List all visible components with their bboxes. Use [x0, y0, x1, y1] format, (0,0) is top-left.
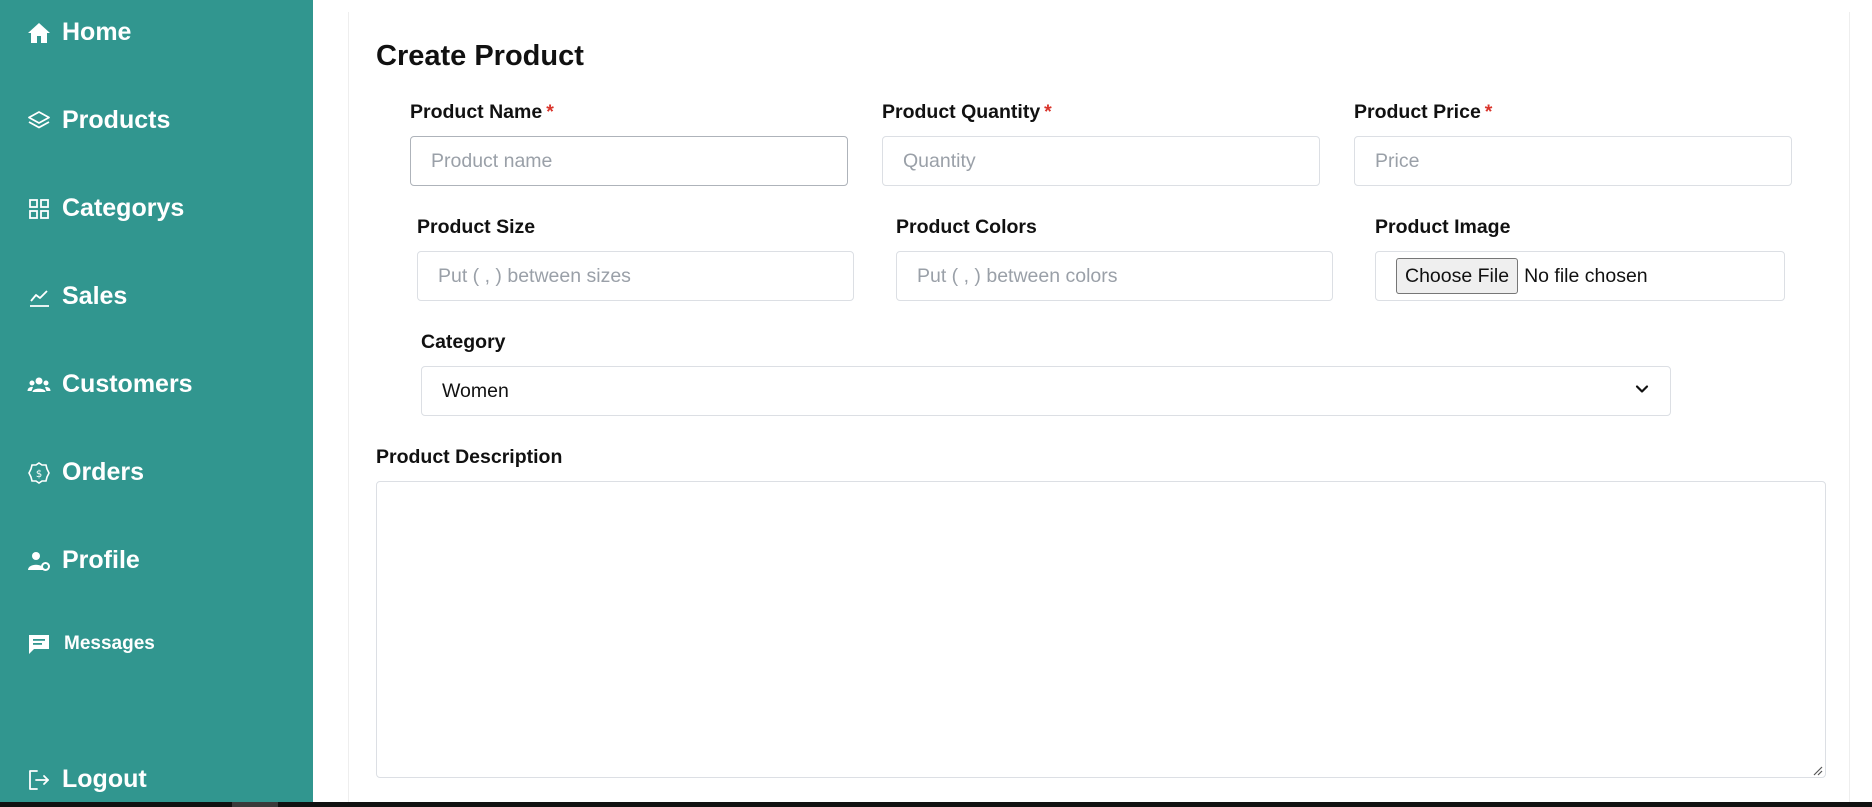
file-status-text: No file chosen	[1524, 264, 1648, 287]
product-colors-label: Product Colors	[896, 216, 1037, 238]
product-image-label: Product Image	[1375, 216, 1511, 238]
layers-icon	[26, 108, 52, 134]
sidebar-item-categorys[interactable]: Categorys	[26, 194, 184, 223]
product-name-input[interactable]	[410, 136, 848, 186]
resize-handle-icon[interactable]	[1811, 763, 1823, 776]
product-size-input[interactable]	[417, 251, 854, 301]
grid-icon	[26, 196, 52, 222]
required-mark: *	[1044, 101, 1052, 123]
product-size-label: Product Size	[417, 216, 536, 238]
users-icon	[26, 372, 52, 398]
product-price-input[interactable]	[1354, 136, 1792, 186]
product-name-label: Product Name *	[410, 101, 554, 123]
sidebar-item-label: Profile	[62, 546, 140, 574]
sidebar-item-orders[interactable]: $ Orders	[26, 458, 144, 487]
product-colors-input[interactable]	[896, 251, 1333, 301]
sidebar-item-label: Sales	[62, 282, 128, 310]
category-select[interactable]: Women	[421, 366, 1671, 416]
sidebar-item-label: Categorys	[62, 194, 185, 222]
sidebar-item-logout[interactable]: Logout	[26, 765, 147, 794]
product-price-label: Product Price *	[1354, 101, 1493, 123]
product-quantity-input[interactable]	[882, 136, 1320, 186]
user-gear-icon	[26, 548, 52, 574]
product-image-file-input: Choose File No file chosen	[1375, 251, 1785, 301]
required-mark: *	[546, 101, 554, 123]
sidebar-item-home[interactable]: Home	[26, 18, 131, 47]
logout-icon	[26, 767, 52, 793]
sidebar-item-products[interactable]: Products	[26, 106, 170, 135]
sidebar-item-label: Orders	[62, 458, 144, 486]
choose-file-button[interactable]: Choose File	[1396, 258, 1519, 294]
svg-text:$: $	[36, 469, 42, 480]
sidebar-item-label: Customers	[62, 370, 193, 398]
create-product-form: Create Product Product Name* Product Qua…	[348, 12, 1850, 807]
product-description-field: Product Description	[376, 446, 562, 472]
sidebar-item-label: Messages	[64, 633, 155, 654]
category-field: Category	[421, 331, 506, 357]
category-selected-value: Women	[442, 379, 509, 402]
sidebar-item-profile[interactable]: Profile	[26, 546, 140, 575]
product-description-textarea[interactable]	[376, 481, 1826, 778]
category-label: Category	[421, 331, 506, 353]
chevron-down-icon	[1634, 380, 1650, 403]
sidebar: Home Products Categorys Sales Customers …	[0, 0, 313, 807]
product-quantity-label: Product Quantity *	[882, 101, 1052, 123]
product-name-field: Product Name *	[410, 101, 554, 127]
product-quantity-field: Product Quantity *	[882, 101, 1052, 127]
window-bottom-border	[0, 802, 1872, 807]
sidebar-item-messages[interactable]: Messages	[26, 631, 155, 657]
sidebar-item-sales[interactable]: Sales	[26, 282, 127, 311]
sidebar-item-label: Products	[62, 106, 171, 134]
page-title: Create Product	[376, 40, 584, 72]
message-icon	[26, 631, 52, 657]
sidebar-item-customers[interactable]: Customers	[26, 370, 193, 399]
product-colors-field: Product Colors	[896, 216, 1037, 242]
chart-line-icon	[26, 284, 52, 310]
home-icon	[26, 20, 52, 46]
product-description-label: Product Description	[376, 446, 563, 468]
product-size-field: Product Size	[417, 216, 535, 242]
product-image-field: Product Image	[1375, 216, 1510, 242]
required-mark: *	[1484, 101, 1493, 123]
product-price-field: Product Price *	[1354, 101, 1492, 127]
dollar-badge-icon: $	[26, 460, 52, 486]
sidebar-item-label: Logout	[62, 765, 147, 793]
sidebar-item-label: Home	[62, 18, 132, 46]
